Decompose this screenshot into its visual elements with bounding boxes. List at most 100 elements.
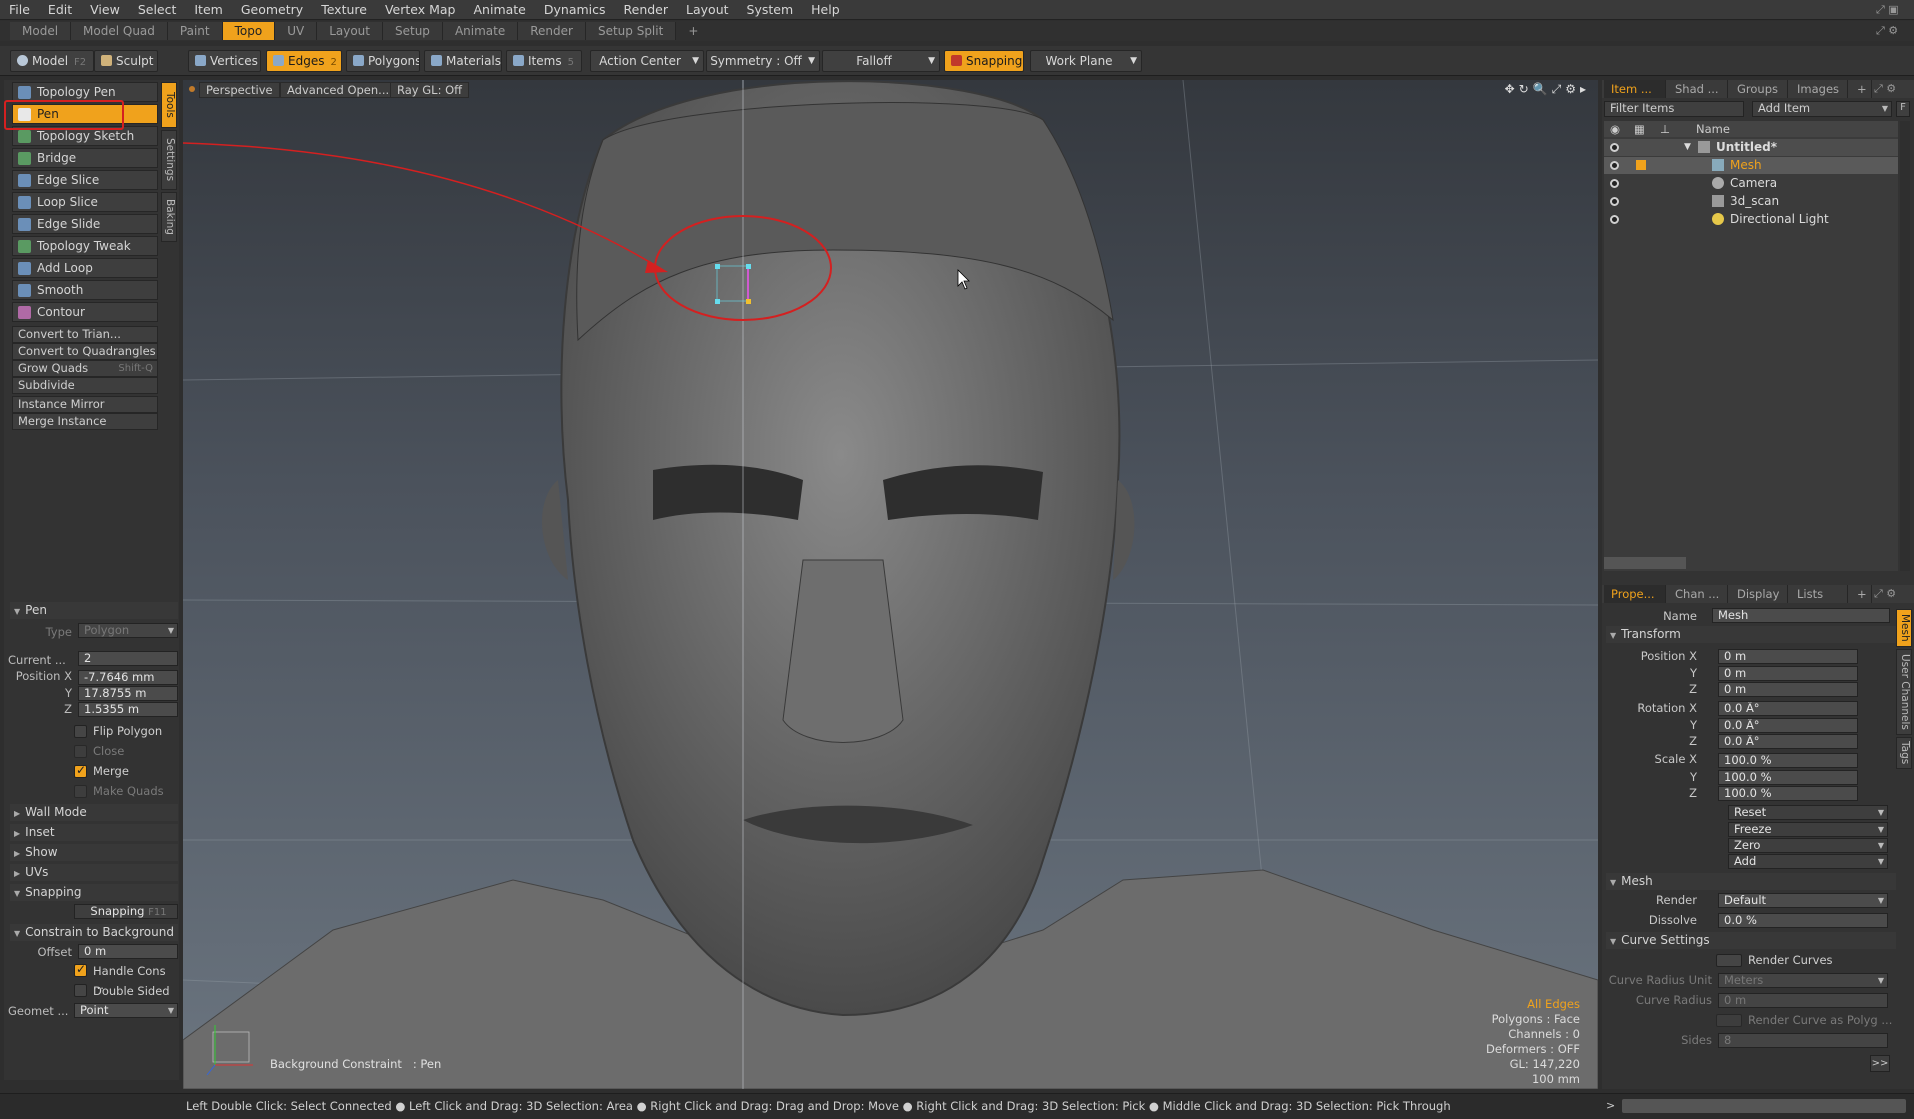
mesh-section[interactable]: ▼ Mesh: [1606, 873, 1896, 890]
render-curves-checkbox[interactable]: [1716, 954, 1742, 967]
handle-constraint-checkbox[interactable]: [74, 962, 87, 977]
uvs-section[interactable]: ▶ UVs: [10, 864, 178, 881]
menu-texture[interactable]: Texture: [312, 2, 376, 17]
eye-icon[interactable]: [1610, 143, 1619, 152]
eye-icon[interactable]: [1610, 215, 1619, 224]
convert-to-triangles-button[interactable]: Convert to Trian...: [12, 326, 158, 343]
double-sided-checkbox[interactable]: [74, 984, 87, 997]
menu-edit[interactable]: Edit: [39, 2, 81, 17]
tab-setup-split[interactable]: Setup Split: [585, 22, 677, 40]
tool-smooth[interactable]: Smooth: [12, 280, 158, 300]
add-dropdown[interactable]: Add ▼: [1728, 854, 1888, 869]
command-input[interactable]: [1622, 1099, 1906, 1113]
expand-icon[interactable]: ▼: [1684, 139, 1691, 156]
tab-model[interactable]: Model: [10, 22, 72, 40]
tab-layout[interactable]: Layout: [317, 22, 383, 40]
position-z-field[interactable]: 0 m: [1718, 682, 1858, 697]
tool-contour[interactable]: Contour: [12, 302, 158, 322]
tool-loop-slice[interactable]: Loop Slice: [12, 192, 158, 212]
tab-items[interactable]: Item ...: [1604, 80, 1666, 98]
tab-channels[interactable]: Chan ...: [1668, 585, 1728, 603]
menu-system[interactable]: System: [738, 2, 803, 17]
add-tab-button[interactable]: +: [1850, 585, 1872, 603]
tool-edge-slice[interactable]: Edge Slice: [12, 170, 158, 190]
side-tab-tags[interactable]: Tags: [1896, 737, 1912, 769]
tool-add-loop[interactable]: Add Loop: [12, 258, 158, 278]
scale-x-field[interactable]: 100.0 %: [1718, 753, 1858, 768]
zero-dropdown[interactable]: Zero ▼: [1728, 838, 1888, 853]
position-y-field[interactable]: 0 m: [1718, 666, 1858, 681]
symmetry-dropdown[interactable]: Symmetry : Off ▼: [706, 50, 820, 72]
falloff-dropdown[interactable]: Falloff ▼: [822, 50, 940, 72]
vertex-handle[interactable]: [715, 299, 720, 304]
convert-to-quadrangles-button[interactable]: Convert to Quadrangles: [12, 343, 158, 360]
inset-section[interactable]: ▶ Inset: [10, 824, 178, 841]
perspective-button[interactable]: Perspective: [199, 82, 280, 98]
panel-options-icon[interactable]: ⤢ ⚙: [1874, 587, 1896, 601]
transform-section[interactable]: ▼ Transform: [1606, 626, 1896, 643]
vertical-scrollbar[interactable]: [1900, 121, 1910, 571]
add-tab-button[interactable]: +: [676, 22, 710, 40]
side-tab-user-channels[interactable]: User Channels: [1896, 649, 1912, 735]
menu-file[interactable]: File: [0, 2, 39, 17]
item-row-scene[interactable]: ▼ Untitled*: [1604, 139, 1898, 156]
tab-uv[interactable]: UV: [275, 22, 318, 40]
filter-icon[interactable]: F: [1896, 101, 1910, 117]
sculpt-mode-button[interactable]: Sculpt: [94, 50, 158, 72]
side-tab-baking[interactable]: Baking: [161, 192, 177, 242]
horizontal-scrollbar[interactable]: [1604, 557, 1686, 569]
menu-vertex-map[interactable]: Vertex Map: [376, 2, 465, 17]
tab-topo[interactable]: Topo: [222, 22, 276, 40]
position-x-field[interactable]: 0 m: [1718, 649, 1858, 664]
rotation-z-field[interactable]: 0.0 Â°: [1718, 734, 1858, 749]
merge-instance-button[interactable]: Merge Instance: [12, 413, 158, 430]
filter-items-input[interactable]: Filter Items: [1604, 101, 1744, 117]
menu-select[interactable]: Select: [129, 2, 186, 17]
position-z-field[interactable]: 1.5355 m: [78, 702, 178, 717]
side-tab-tools[interactable]: Tools: [161, 82, 177, 128]
eye-icon[interactable]: [1610, 161, 1619, 170]
wall-mode-section[interactable]: ▶ Wall Mode: [10, 804, 178, 821]
tool-topology-pen[interactable]: Topology Pen: [12, 82, 158, 102]
eye-icon[interactable]: [1610, 197, 1619, 206]
vertices-button[interactable]: Vertices: [188, 50, 261, 72]
rotation-x-field[interactable]: 0.0 Â°: [1718, 701, 1858, 716]
current-field[interactable]: 2: [78, 651, 178, 666]
command-prompt-icon[interactable]: >: [1606, 1099, 1615, 1112]
window-controls-icon[interactable]: ⤢ ▣: [1876, 3, 1899, 17]
action-center-dropdown[interactable]: Action Center ▼: [590, 50, 704, 72]
menu-layout[interactable]: Layout: [677, 2, 738, 17]
name-field[interactable]: Mesh: [1712, 608, 1890, 623]
item-row-directional-light[interactable]: Directional Light: [1604, 211, 1898, 228]
add-tab-button[interactable]: +: [1850, 80, 1872, 98]
menu-view[interactable]: View: [81, 2, 129, 17]
tab-setup[interactable]: Setup: [383, 22, 443, 40]
rotation-y-field[interactable]: 0.0 Â°: [1718, 718, 1858, 733]
tab-render[interactable]: Render: [518, 22, 586, 40]
item-row-mesh[interactable]: Mesh: [1604, 157, 1898, 174]
viewport-nav-icons[interactable]: ✥↻🔍⤢⚙▸: [1505, 82, 1590, 97]
pen-section-header[interactable]: ▼ Pen: [10, 602, 178, 619]
constrain-section[interactable]: ▼ Constrain to Background: [10, 924, 178, 941]
position-x-field[interactable]: -7.7646 mm: [78, 670, 178, 685]
dissolve-field[interactable]: 0.0 %: [1718, 913, 1888, 928]
item-row-3d-scan[interactable]: 3d_scan: [1604, 193, 1898, 210]
menu-render[interactable]: Render: [615, 2, 678, 17]
polygons-button[interactable]: Polygons: [346, 50, 420, 72]
snapping-toggle-button[interactable]: Snapping F11: [74, 904, 178, 919]
curve-settings-section[interactable]: ▼ Curve Settings: [1606, 932, 1896, 949]
tab-display[interactable]: Display: [1730, 585, 1788, 603]
flip-polygon-checkbox[interactable]: [74, 725, 87, 738]
subdivide-button[interactable]: Subdivide: [12, 377, 158, 394]
instance-mirror-button[interactable]: Instance Mirror: [12, 396, 158, 413]
layout-options-icon[interactable]: ⤢ ⚙: [1876, 24, 1898, 38]
edges-button[interactable]: Edges 2: [266, 50, 342, 72]
snapping-section[interactable]: ▼ Snapping: [10, 884, 178, 901]
tool-topology-tweak[interactable]: Topology Tweak: [12, 236, 158, 256]
tab-animate[interactable]: Animate: [442, 22, 519, 40]
side-tab-settings[interactable]: Settings: [161, 130, 177, 190]
work-plane-dropdown[interactable]: Work Plane ▼: [1030, 50, 1142, 72]
panel-options-icon[interactable]: ⤢ ⚙: [1874, 82, 1896, 96]
tool-edge-slide[interactable]: Edge Slide: [12, 214, 158, 234]
tab-images[interactable]: Images: [1790, 80, 1848, 98]
